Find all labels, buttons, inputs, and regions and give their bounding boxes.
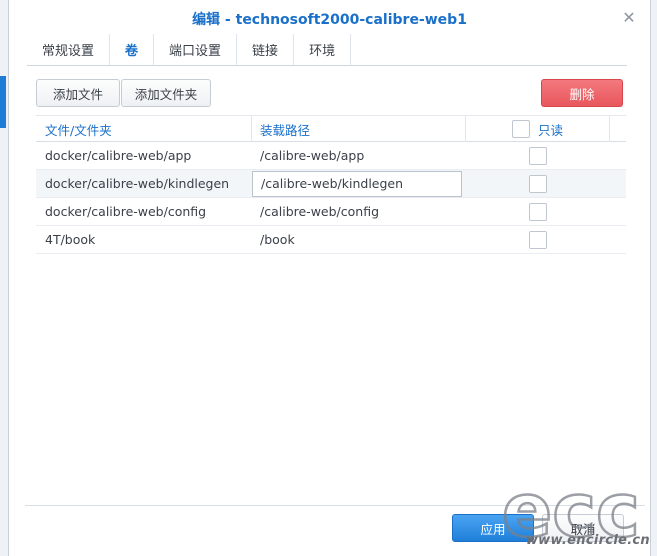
- close-icon[interactable]: ✕: [620, 9, 638, 27]
- tab-bar: 常规设置 卷 端口设置 链接 环境: [27, 34, 627, 66]
- readonly-all-checkbox[interactable]: [511, 120, 530, 138]
- mount-cell: /calibre-web/config: [260, 204, 380, 219]
- readonly-cell: [466, 142, 610, 169]
- cancel-button[interactable]: 取消: [542, 514, 624, 542]
- readonly-cell: [466, 170, 610, 197]
- header-readonly-label: 只读: [537, 122, 563, 138]
- readonly-cell: [466, 198, 610, 225]
- file-cell: docker/calibre-web/config: [45, 204, 207, 219]
- tab-environment[interactable]: 环境: [294, 34, 352, 65]
- file-cell: 4T/book: [45, 232, 96, 247]
- table-row[interactable]: docker/calibre-web/kindlegen /calibre-we…: [36, 170, 626, 198]
- table-row[interactable]: docker/calibre-web/app /calibre-web/app: [36, 142, 626, 170]
- readonly-checkbox[interactable]: [529, 146, 547, 165]
- edit-dialog: 编辑 - technosoft2000-calibre-web1 ✕ 常规设置 …: [8, 0, 651, 556]
- apply-button[interactable]: 应用: [452, 514, 534, 542]
- tab-volume[interactable]: 卷: [110, 34, 155, 65]
- header-spacer: [610, 116, 626, 142]
- tab-port-settings[interactable]: 端口设置: [154, 34, 238, 65]
- add-file-button[interactable]: 添加文件: [36, 79, 120, 107]
- readonly-checkbox[interactable]: [529, 174, 547, 193]
- mount-path-input[interactable]: /calibre-web/kindlegen: [252, 170, 462, 197]
- mount-cell: /book: [260, 232, 295, 247]
- add-folder-button[interactable]: 添加文件夹: [121, 79, 211, 107]
- background-panel-right: [651, 0, 657, 556]
- footer-divider: [25, 505, 645, 506]
- table-row[interactable]: 4T/book /book: [36, 226, 626, 254]
- file-cell: docker/calibre-web/app: [45, 148, 192, 163]
- mount-cell: /calibre-web/app: [260, 148, 365, 163]
- dialog-title: 编辑 - technosoft2000-calibre-web1: [192, 12, 467, 28]
- tab-links[interactable]: 链接: [237, 34, 295, 65]
- header-readonly: 只读: [466, 116, 610, 142]
- volume-table: 文件/文件夹 装载路径 只读 docker/calibre-web/app /c…: [36, 115, 626, 254]
- mount-cell: /calibre-web/kindlegen: [252, 170, 466, 197]
- header-file-folder[interactable]: 文件/文件夹: [36, 116, 252, 142]
- file-cell: docker/calibre-web/kindlegen: [45, 176, 230, 191]
- table-row[interactable]: docker/calibre-web/config /calibre-web/c…: [36, 198, 626, 226]
- table-header: 文件/文件夹 装载路径 只读: [36, 115, 626, 142]
- delete-button[interactable]: 删除: [541, 79, 623, 107]
- header-mount-path[interactable]: 装载路径: [252, 116, 466, 142]
- tab-general[interactable]: 常规设置: [27, 34, 111, 65]
- background-selection-marker: [0, 76, 6, 128]
- readonly-checkbox[interactable]: [529, 230, 547, 249]
- readonly-cell: [466, 226, 610, 253]
- readonly-checkbox[interactable]: [529, 202, 547, 221]
